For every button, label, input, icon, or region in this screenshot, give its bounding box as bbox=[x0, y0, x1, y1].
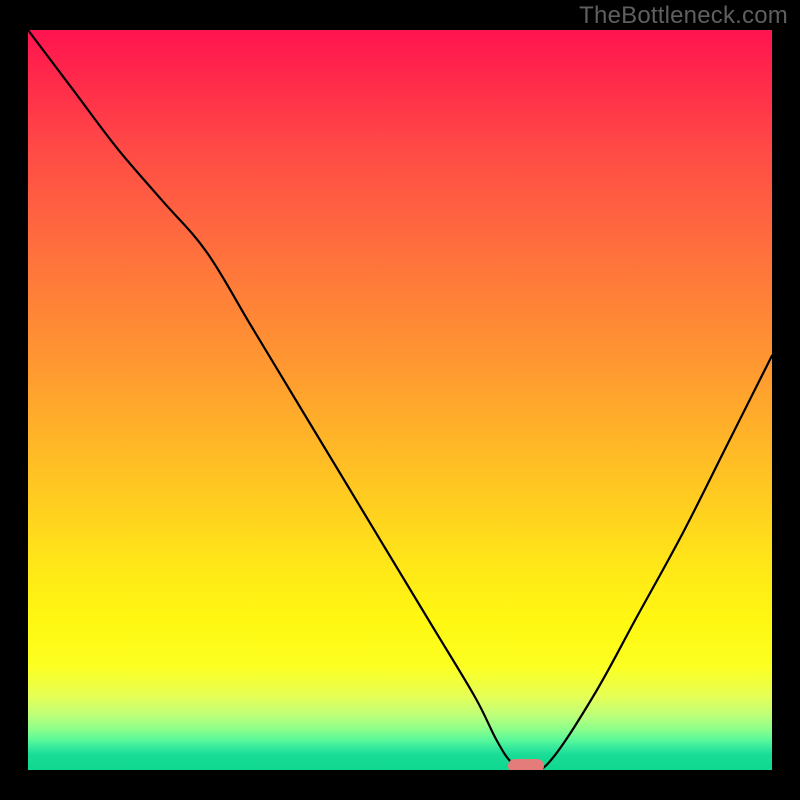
bottleneck-curve bbox=[28, 30, 772, 770]
plot-area bbox=[28, 30, 772, 770]
bottleneck-marker bbox=[508, 759, 544, 770]
watermark-text: TheBottleneck.com bbox=[579, 2, 788, 30]
chart-frame: TheBottleneck.com bbox=[0, 0, 800, 800]
